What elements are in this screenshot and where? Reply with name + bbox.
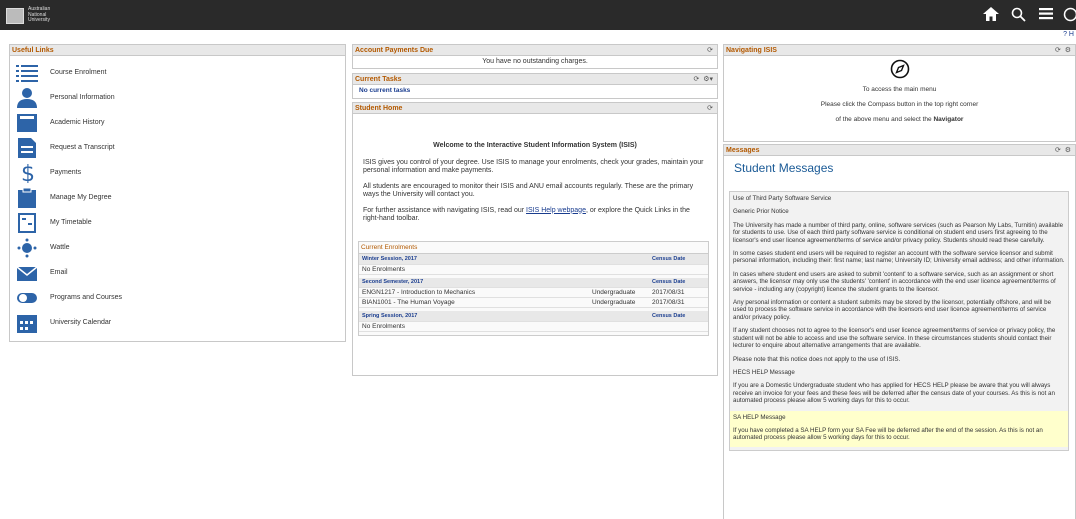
sa-help-box: SA HELP Message If you have completed a … [730, 410, 1068, 447]
tasks-message: No current tasks [359, 87, 411, 94]
table-row: No Enrolments [359, 321, 708, 332]
link-university-calendar[interactable]: University Calendar [10, 310, 345, 335]
message-paragraph: In cases where student end users are ask… [733, 270, 1056, 293]
svg-text:$: $ [21, 163, 35, 183]
help-link[interactable]: ? H [1063, 31, 1074, 38]
link-label: Personal Information [50, 94, 115, 101]
top-bar: Australian National University [0, 0, 1076, 30]
link-label: My Timetable [50, 219, 92, 226]
winter-table: Winter Session, 2017 Census Date No Enrol… [359, 254, 708, 275]
dollar-icon: $ [16, 163, 38, 183]
link-payments[interactable]: $ Payments [10, 160, 345, 185]
message-paragraph: If any student chooses not to agree to t… [733, 327, 1056, 350]
link-label: Payments [50, 169, 82, 176]
list-icon [16, 63, 38, 83]
email-paragraph: All students are encouraged to monitor t… [363, 182, 694, 199]
toggle-icon [16, 288, 38, 308]
sa-message: If you have completed a SA HELP form you… [733, 426, 1043, 442]
messages-content: Use of Third Party Software Service Gene… [729, 191, 1069, 451]
welcome-heading: Welcome to the Interactive Student Infor… [433, 142, 637, 149]
tasks-controls[interactable]: ⟳ ⚙▾ [693, 74, 713, 85]
link-course-enrolment[interactable]: Course Enrolment [10, 60, 345, 85]
compass-icon [724, 56, 1075, 82]
hecs-message: If you are a Domestic Undergraduate stud… [733, 382, 1055, 405]
book-icon [16, 113, 38, 133]
nav-line-3: of the above menu and select the Navigat… [835, 116, 964, 123]
menu-icon[interactable] [1039, 7, 1053, 24]
message-paragraph: The University has made a number of thir… [733, 221, 1064, 244]
link-email[interactable]: Email [10, 260, 345, 285]
logo-line-3: University [28, 17, 50, 24]
link-manage-degree[interactable]: Manage My Degree [10, 185, 345, 210]
timetable-icon [16, 212, 38, 233]
compass-icon[interactable] [1063, 7, 1076, 26]
message-paragraph: In some cases student end users will be … [733, 250, 1065, 265]
current-tasks-title: Current Tasks [355, 76, 402, 83]
link-label: Manage My Degree [50, 194, 112, 201]
payments-message: You have no outstanding charges. [482, 58, 588, 65]
link-label: Email [50, 269, 68, 276]
useful-links-title: Useful Links [10, 45, 345, 56]
student-home-title: Student Home [355, 105, 403, 112]
panel-controls[interactable]: ⟳ ⚙ [1055, 45, 1071, 56]
table-row: BIAN1001 - The Human Voyage Undergraduate… [359, 297, 708, 308]
message-paragraph: Any personal information or content a st… [733, 299, 1052, 321]
isis-help-link[interactable]: ISIS Help webpage [526, 207, 586, 214]
person-icon [16, 87, 38, 108]
second-semester-table: Second Semester, 2017 Census Date ENGN121… [359, 277, 708, 308]
link-label: Request a Transcript [50, 144, 115, 151]
messages-panel: Messages ⟳ ⚙ Student Messages Use of Thir… [723, 144, 1076, 519]
sa-title: SA HELP Message [733, 413, 786, 421]
refresh-icon[interactable]: ⟳ [707, 103, 713, 114]
current-enrolments-title: Current Enrolments [359, 242, 708, 254]
account-payments-title: Account Payments Due [355, 47, 434, 54]
link-personal-information[interactable]: Personal Information [10, 85, 345, 110]
link-label: Course Enrolment [50, 69, 107, 76]
useful-links-panel: Useful Links Course Enrolment Personal I… [9, 44, 346, 342]
help-paragraph: For further assistance with navigating I… [363, 206, 690, 223]
crest-icon [6, 7, 24, 24]
refresh-icon[interactable]: ⟳ [707, 45, 713, 56]
home-icon[interactable] [983, 7, 999, 25]
link-label: Wattle [50, 244, 70, 251]
link-label: Programs and Courses [50, 294, 122, 301]
calendar-icon [16, 313, 38, 333]
link-programs-courses[interactable]: Programs and Courses [10, 285, 345, 310]
email-icon [16, 263, 38, 283]
hecs-title: HECS HELP Message [733, 368, 795, 376]
table-row: No Enrolments [359, 264, 708, 275]
nav-line-2: Please click the Compass button in the t… [820, 101, 979, 108]
link-my-timetable[interactable]: My Timetable [10, 210, 345, 235]
link-label: Academic History [50, 119, 105, 126]
generic-notice: Generic Prior Notice [733, 208, 789, 216]
intro-paragraph: ISIS gives you control of your degree. U… [363, 158, 704, 175]
student-messages-heading: Student Messages [734, 161, 834, 175]
navigating-panel: Navigating ISIS ⟳ ⚙ To access the main me… [723, 44, 1076, 142]
third-party-title: Use of Third Party Software Service [733, 195, 832, 202]
spring-table: Spring Session, 2017 Census Date No Enrol… [359, 311, 708, 332]
panel-controls[interactable]: ⟳ ⚙ [1055, 145, 1071, 156]
current-tasks-panel: Current Tasks ⟳ ⚙▾ No current tasks [352, 73, 718, 99]
current-enrolments: Current Enrolments Winter Session, 2017 C… [358, 241, 709, 336]
document-icon [16, 137, 38, 158]
link-label: University Calendar [50, 319, 112, 326]
table-row: ENGN1217 - Introduction to Mechanics Unde… [359, 287, 708, 298]
link-wattle[interactable]: Wattle [10, 235, 345, 260]
student-home-panel: Student Home ⟳ Welcome to the Interactive… [352, 102, 718, 376]
link-request-transcript[interactable]: Request a Transcript [10, 135, 345, 160]
link-academic-history[interactable]: Academic History [10, 110, 345, 135]
clipboard-icon [16, 187, 38, 208]
search-icon[interactable] [1011, 7, 1026, 26]
nav-line-1: To access the main menu [862, 86, 937, 93]
account-payments-panel: Account Payments Due ⟳ You have no outsta… [352, 44, 718, 69]
navigating-title: Navigating ISIS [726, 47, 777, 54]
wattle-icon [16, 238, 38, 258]
anu-logo[interactable]: Australian National University [6, 5, 66, 26]
message-paragraph: Please note that this notice does not ap… [733, 355, 901, 363]
messages-title: Messages [726, 147, 760, 154]
